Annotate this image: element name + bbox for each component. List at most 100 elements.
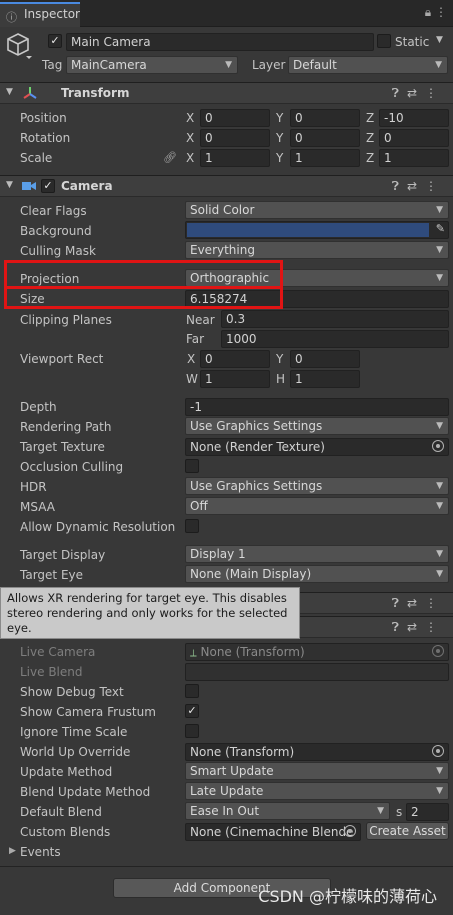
viewport-x-input[interactable]: 0 <box>200 350 270 368</box>
scale-z-input[interactable]: 1 <box>379 149 449 167</box>
position-x-input[interactable]: 0 <box>200 109 270 127</box>
layer-dropdown[interactable]: Default ▼ <box>288 56 448 74</box>
presets-icon[interactable]: ⇄ <box>407 620 425 634</box>
presets-icon[interactable]: ⇄ <box>407 86 425 100</box>
custom-blends-field[interactable]: None (Cinemachine Blende <box>185 823 361 841</box>
far-input[interactable]: 1000 <box>221 330 449 348</box>
target-texture-field[interactable]: None (Render Texture) <box>185 438 449 456</box>
viewport-h-input[interactable]: 1 <box>290 370 360 388</box>
help-icon[interactable]: ❓︎ <box>392 86 407 100</box>
kebab-menu-icon[interactable]: ⋮ <box>435 5 447 19</box>
depth-input[interactable]: -1 <box>185 398 449 416</box>
viewport-y-label[interactable]: Y <box>276 352 283 366</box>
msaa-dropdown[interactable]: Off ▼ <box>185 497 449 515</box>
position-y-input[interactable]: 0 <box>290 109 360 127</box>
axis-y-label[interactable]: Y <box>276 111 283 125</box>
create-asset-button[interactable]: Create Asset <box>366 822 449 840</box>
world-up-override-field[interactable]: None (Transform) <box>185 743 449 761</box>
axis-y-label[interactable]: Y <box>276 131 283 145</box>
live-blend-field <box>185 663 449 681</box>
object-name-input[interactable]: Main Camera <box>66 33 374 51</box>
near-label[interactable]: Near <box>186 313 215 327</box>
scale-y-input[interactable]: 1 <box>290 149 360 167</box>
clipping-planes-label: Clipping Planes <box>20 313 112 327</box>
tab-tools: 🔒︎ ⋮ <box>425 5 447 20</box>
presets-icon[interactable]: ⇄ <box>407 596 425 610</box>
background-color-field[interactable]: ✎ <box>185 221 449 239</box>
tag-dropdown[interactable]: MainCamera ▼ <box>66 56 238 74</box>
foldout-right-icon[interactable]: ▶ <box>9 846 16 856</box>
lock-icon[interactable]: 🔒︎ <box>425 5 431 19</box>
dynamic-resolution-checkbox[interactable] <box>185 519 199 533</box>
rendering-path-dropdown[interactable]: Use Graphics Settings ▼ <box>185 417 449 435</box>
rotation-y-input[interactable]: 0 <box>290 129 360 147</box>
target-display-label: Target Display <box>20 548 106 562</box>
blend-seconds-input[interactable]: 2 <box>406 803 449 821</box>
occlusion-culling-label: Occlusion Culling <box>20 460 124 474</box>
far-label[interactable]: Far <box>186 332 204 346</box>
culling-mask-dropdown[interactable]: Everything ▼ <box>185 241 449 259</box>
help-icon[interactable]: ❓︎ <box>392 179 407 193</box>
presets-icon[interactable]: ⇄ <box>407 179 425 193</box>
kebab-menu-icon[interactable]: ⋮ <box>425 596 445 610</box>
show-camera-frustum-checkbox[interactable]: ✓ <box>185 704 199 718</box>
divider <box>0 866 453 867</box>
tab-inspector[interactable]: ⓘ Inspector <box>0 2 80 27</box>
transform-header[interactable]: ▼ Transform ❓︎⇄⋮ <box>0 82 453 104</box>
ignore-time-scale-label: Ignore Time Scale <box>20 725 128 739</box>
rotation-z-input[interactable]: 0 <box>379 129 449 147</box>
camera-enabled-checkbox[interactable]: ✓ <box>41 179 55 193</box>
scale-x-input[interactable]: 1 <box>200 149 270 167</box>
hdr-dropdown[interactable]: Use Graphics Settings ▼ <box>185 477 449 495</box>
near-input[interactable]: 0.3 <box>221 310 449 328</box>
axis-x-label[interactable]: X <box>186 131 194 145</box>
update-method-dropdown[interactable]: Smart Update ▼ <box>185 762 449 780</box>
position-label: Position <box>20 111 67 125</box>
chevron-down-icon[interactable]: ▼ <box>436 35 443 45</box>
axis-x-label[interactable]: X <box>186 111 194 125</box>
clear-flags-label: Clear Flags <box>20 204 87 218</box>
axis-x-label[interactable]: X <box>186 151 194 165</box>
viewport-y-input[interactable]: 0 <box>290 350 360 368</box>
eyedropper-icon[interactable]: ✎ <box>436 222 445 235</box>
target-eye-dropdown[interactable]: None (Main Display) ▼ <box>185 565 449 583</box>
help-icon[interactable]: ❓︎ <box>392 620 407 634</box>
active-checkbox[interactable]: ✓ <box>48 34 62 48</box>
events-foldout-label[interactable]: Events <box>20 845 61 859</box>
clear-flags-dropdown[interactable]: Solid Color ▼ <box>185 201 449 219</box>
layer-label: Layer <box>252 58 286 72</box>
axis-z-label[interactable]: Z <box>366 131 374 145</box>
ignore-time-scale-checkbox[interactable] <box>185 724 199 738</box>
foldout-arrow-icon: ▼ <box>6 180 13 190</box>
chevron-down-icon: ▼ <box>436 501 443 511</box>
rotation-x-input[interactable]: 0 <box>200 129 270 147</box>
object-picker-icon[interactable] <box>432 440 444 452</box>
camera-header[interactable]: ▼ ✓ Camera ❓︎⇄⋮ <box>0 175 453 197</box>
axis-y-label[interactable]: Y <box>276 151 283 165</box>
position-z-input[interactable]: -10 <box>379 109 449 127</box>
component-tools: ❓︎⇄⋮ <box>392 86 445 101</box>
axis-z-label[interactable]: Z <box>366 151 374 165</box>
object-picker-icon[interactable] <box>344 825 356 837</box>
viewport-h-label[interactable]: H <box>276 372 285 386</box>
blend-update-method-dropdown[interactable]: Late Update ▼ <box>185 782 449 800</box>
target-display-dropdown[interactable]: Display 1 ▼ <box>185 545 449 563</box>
axis-z-label[interactable]: Z <box>366 111 374 125</box>
viewport-w-input[interactable]: 1 <box>200 370 270 388</box>
link-icon[interactable]: 🔗︎ <box>163 151 177 164</box>
chevron-down-icon: ▼ <box>377 806 384 816</box>
static-checkbox[interactable] <box>377 34 391 48</box>
blend-seconds-label[interactable]: s <box>396 805 402 819</box>
kebab-menu-icon[interactable]: ⋮ <box>425 620 445 634</box>
viewport-x-label[interactable]: X <box>187 352 195 366</box>
show-debug-text-checkbox[interactable] <box>185 684 199 698</box>
viewport-w-label[interactable]: W <box>186 372 198 386</box>
object-picker-icon[interactable] <box>432 745 444 757</box>
kebab-menu-icon[interactable]: ⋮ <box>425 179 445 193</box>
occlusion-culling-checkbox[interactable] <box>185 459 199 473</box>
kebab-menu-icon[interactable]: ⋮ <box>425 86 445 100</box>
foldout-arrow-icon: ▼ <box>6 87 13 97</box>
gameobject-cube-icon <box>6 32 32 59</box>
help-icon[interactable]: ❓︎ <box>392 596 407 610</box>
default-blend-dropdown[interactable]: Ease In Out ▼ <box>185 802 390 820</box>
